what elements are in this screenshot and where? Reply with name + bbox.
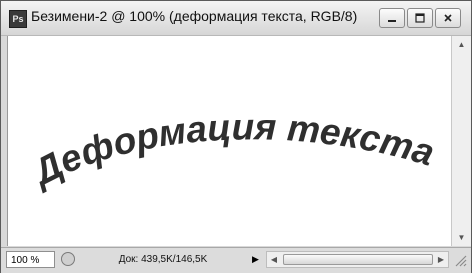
warped-text: Деформация текста bbox=[24, 106, 439, 194]
document-canvas[interactable]: Деформация текста bbox=[7, 36, 451, 246]
minimize-button[interactable] bbox=[379, 8, 405, 28]
document-info: Док: 439,5K/146,5K bbox=[118, 254, 208, 265]
vertical-scrollbar[interactable]: ▲ ▼ bbox=[451, 36, 471, 246]
horizontal-scrollbar[interactable]: ◀ ▶ bbox=[266, 251, 449, 268]
title-bar[interactable]: Ps Безимени-2 @ 100% (деформация текста,… bbox=[1, 1, 471, 36]
warped-text-layer: Деформация текста bbox=[24, 106, 439, 194]
window-title: Безимени-2 @ 100% (деформация текста, RG… bbox=[31, 8, 358, 24]
maximize-icon bbox=[415, 13, 425, 23]
scroll-down-icon[interactable]: ▼ bbox=[452, 229, 471, 246]
status-icon[interactable] bbox=[61, 252, 75, 266]
document-window: Ps Безимени-2 @ 100% (деформация текста,… bbox=[0, 0, 472, 273]
photoshop-app-icon: Ps bbox=[9, 10, 27, 28]
scroll-up-icon[interactable]: ▲ bbox=[452, 36, 471, 53]
close-icon bbox=[444, 14, 452, 22]
scroll-right-icon[interactable]: ▶ bbox=[434, 252, 448, 267]
status-bar: 100 % Док: 439,5K/146,5K ▶ ◀ ▶ bbox=[1, 247, 471, 273]
minimize-icon bbox=[388, 20, 396, 22]
resize-grip-icon[interactable] bbox=[453, 252, 467, 268]
maximize-button[interactable] bbox=[407, 8, 433, 28]
scroll-thumb[interactable] bbox=[283, 254, 433, 265]
close-button[interactable] bbox=[435, 8, 461, 28]
info-menu-arrow-icon[interactable]: ▶ bbox=[249, 251, 262, 268]
zoom-field[interactable]: 100 % bbox=[6, 251, 55, 268]
scroll-left-icon[interactable]: ◀ bbox=[267, 252, 281, 267]
